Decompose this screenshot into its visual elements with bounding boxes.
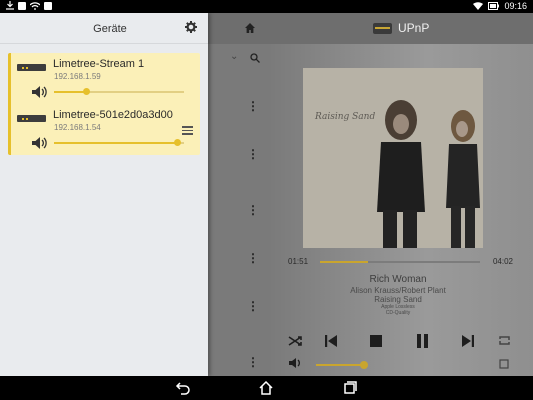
pause-icon[interactable] bbox=[416, 334, 429, 348]
gallery-icon bbox=[44, 1, 52, 10]
repeat-icon[interactable] bbox=[498, 334, 511, 347]
slider-knob[interactable] bbox=[174, 139, 181, 146]
upnp-logo-icon bbox=[373, 22, 392, 34]
device-ip: 192.168.1.54 bbox=[54, 123, 101, 132]
slider-knob[interactable] bbox=[83, 88, 90, 95]
device-name: Limetree-501e2d0a3d00 bbox=[53, 109, 173, 121]
search-icon[interactable] bbox=[250, 53, 260, 63]
volume-slider[interactable] bbox=[316, 364, 364, 366]
volume-icon[interactable] bbox=[31, 85, 47, 99]
drawer-header: Geräte bbox=[0, 13, 208, 44]
album-cover: Raising Sand bbox=[303, 68, 483, 248]
home-icon[interactable] bbox=[258, 380, 274, 396]
recents-icon[interactable] bbox=[342, 380, 358, 396]
item-menu-icon[interactable]: ⋮ bbox=[247, 356, 259, 368]
status-bar: 09:16 bbox=[0, 0, 533, 13]
item-menu-icon[interactable]: ⋮ bbox=[247, 148, 259, 160]
slider-fill bbox=[54, 91, 87, 93]
track-title: Rich Woman bbox=[369, 274, 427, 285]
device-ip: 192.168.1.59 bbox=[54, 72, 101, 81]
track-info: Rich Woman Alison Krauss/Robert Plant Ra… bbox=[298, 274, 498, 316]
battery-icon bbox=[488, 2, 500, 10]
image-icon bbox=[18, 1, 26, 10]
item-menu-icon[interactable]: ⋮ bbox=[247, 252, 259, 264]
album-cover-title: Raising Sand bbox=[315, 112, 376, 122]
drag-handle-icon[interactable] bbox=[182, 126, 193, 135]
item-menu-icon[interactable]: ⋮ bbox=[247, 100, 259, 112]
track-quality: CD-Quality bbox=[385, 310, 411, 316]
system-icons: 09:16 bbox=[473, 1, 527, 11]
source-dropdown[interactable]: ⌄ bbox=[208, 50, 268, 66]
device-item[interactable]: Limetree-Stream 1 192.168.1.59 bbox=[11, 53, 203, 103]
stop-icon[interactable] bbox=[370, 335, 382, 347]
home-icon[interactable] bbox=[244, 22, 256, 34]
item-menu-icon[interactable]: ⋮ bbox=[247, 300, 259, 312]
previous-icon[interactable] bbox=[324, 334, 338, 348]
device-volume-slider[interactable] bbox=[54, 139, 184, 146]
cover-figure bbox=[446, 110, 480, 248]
item-menu-icon[interactable]: ⋮ bbox=[247, 204, 259, 216]
device-icon bbox=[17, 64, 46, 71]
queue-icon[interactable] bbox=[499, 359, 509, 369]
track-artist: Alison Krauss/Robert Plant bbox=[350, 286, 446, 295]
app-toolbar: UPnP bbox=[208, 13, 533, 44]
progress-bar[interactable] bbox=[320, 261, 480, 263]
app-title: UPnP bbox=[398, 21, 430, 35]
shuffle-icon[interactable] bbox=[288, 334, 302, 348]
devices-drawer: Geräte Limetree-Stream 1 192.168.1.59 Li… bbox=[0, 13, 208, 376]
wifi-signal-icon bbox=[473, 2, 484, 10]
notification-icons bbox=[6, 1, 52, 10]
chevron-down-icon: ⌄ bbox=[230, 51, 239, 62]
current-time: 01:51 bbox=[288, 257, 309, 266]
gear-icon[interactable] bbox=[185, 21, 197, 33]
volume-icon[interactable] bbox=[288, 357, 301, 369]
device-list: Limetree-Stream 1 192.168.1.59 Limetree-… bbox=[8, 53, 200, 155]
volume-row bbox=[288, 357, 513, 371]
now-playing-panel: Raising Sand 01:51 04:02 Rich Woman Alis… bbox=[268, 44, 533, 376]
playback-controls bbox=[288, 332, 513, 350]
wifi-icon bbox=[30, 1, 40, 10]
device-volume-slider[interactable] bbox=[54, 88, 184, 95]
device-item[interactable]: Limetree-501e2d0a3d00 192.168.1.54 bbox=[11, 104, 203, 154]
device-name: Limetree-Stream 1 bbox=[53, 58, 145, 70]
app-title-group: UPnP bbox=[373, 21, 429, 35]
total-time: 04:02 bbox=[492, 257, 513, 266]
device-icon bbox=[17, 115, 46, 122]
volume-icon[interactable] bbox=[31, 136, 47, 150]
clock: 09:16 bbox=[504, 1, 527, 11]
slider-fill bbox=[54, 142, 178, 144]
download-icon bbox=[6, 1, 14, 10]
cover-figure bbox=[377, 100, 425, 248]
progress-row: 01:51 04:02 bbox=[288, 257, 513, 267]
navigation-bar bbox=[0, 376, 533, 400]
next-icon[interactable] bbox=[461, 334, 475, 348]
volume-knob[interactable] bbox=[360, 361, 368, 369]
library-list: ⌄ ⋮ ⋮ ⋮ ⋮ ⋮ ⋮ bbox=[208, 44, 268, 376]
track-album: Raising Sand bbox=[374, 295, 422, 304]
progress-fill bbox=[320, 261, 368, 263]
back-icon[interactable] bbox=[175, 380, 191, 396]
